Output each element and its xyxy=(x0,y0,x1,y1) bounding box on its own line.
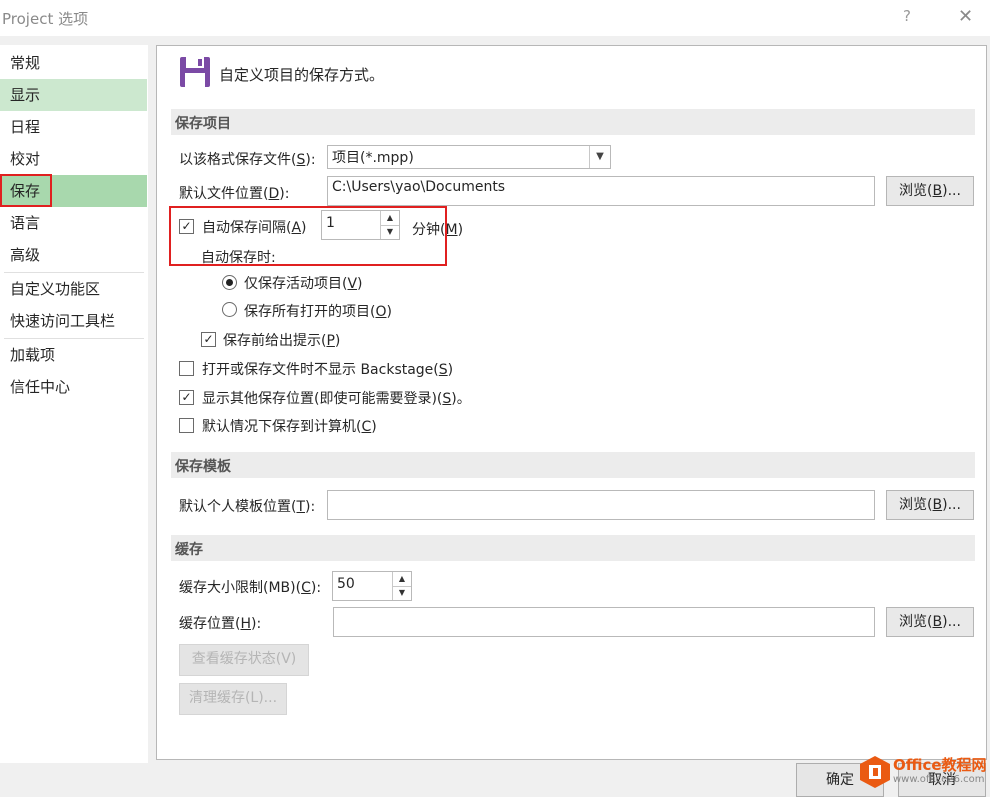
clear-cache-button[interactable]: 清理缓存(L)... xyxy=(179,683,287,715)
autosave-checkbox[interactable]: ✓ xyxy=(179,219,194,234)
section-header-save-templates: 保存模板 xyxy=(171,452,975,478)
browse-default-location-button[interactable]: 浏览(B)... xyxy=(886,176,974,206)
sidebar: 常规 显示 日程 校对 保存 语言 高级 自定义功能区 快速访问工具栏 加载项 … xyxy=(0,45,148,763)
autosave-when-label: 自动保存时: xyxy=(201,247,276,267)
spin-down-icon[interactable]: ▼ xyxy=(380,225,399,239)
browse-template-location-button[interactable]: 浏览(B)... xyxy=(886,490,974,520)
watermark-url: www.office26.com xyxy=(893,774,985,785)
spin-down-icon[interactable]: ▼ xyxy=(392,586,411,600)
sidebar-item-general[interactable]: 常规 xyxy=(0,47,147,79)
section-title: 保存项目 xyxy=(175,113,231,133)
chevron-down-icon[interactable]: ▼ xyxy=(589,146,610,168)
template-location-input[interactable] xyxy=(327,490,875,520)
default-location-label: 默认文件位置(D): xyxy=(179,183,289,203)
prompt-before-save-label: 保存前给出提示(P) xyxy=(223,330,340,350)
radio-save-all-projects[interactable] xyxy=(222,302,237,317)
page-heading: 自定义项目的保存方式。 xyxy=(219,64,384,85)
spin-up-icon[interactable]: ▲ xyxy=(380,211,399,226)
autosave-interval-stepper[interactable]: 1 ▲ ▼ xyxy=(321,210,400,240)
cache-size-value: 50 xyxy=(337,576,355,592)
sidebar-item-trust-center[interactable]: 信任中心 xyxy=(0,371,147,403)
sidebar-item-display[interactable]: 显示 xyxy=(0,79,147,111)
sidebar-item-language[interactable]: 语言 xyxy=(0,207,147,239)
template-location-label: 默认个人模板位置(T): xyxy=(179,496,315,516)
sidebar-item-schedule[interactable]: 日程 xyxy=(0,111,147,143)
file-format-select[interactable]: 项目(*.mpp) ▼ xyxy=(327,145,611,169)
section-header-cache: 缓存 xyxy=(171,535,975,561)
close-button[interactable]: ✕ xyxy=(958,6,973,27)
sidebar-item-quick-access[interactable]: 快速访问工具栏 xyxy=(0,305,147,337)
section-title: 保存模板 xyxy=(175,456,231,476)
sidebar-item-proofing[interactable]: 校对 xyxy=(0,143,147,175)
hide-backstage-checkbox[interactable] xyxy=(179,361,194,376)
section-header-save-project: 保存项目 xyxy=(171,109,975,135)
watermark: Office教程网 www.office26.com xyxy=(858,752,990,793)
autosave-label: 自动保存间隔(A) xyxy=(202,217,307,237)
radio-save-active-label: 仅保存活动项目(V) xyxy=(244,273,363,293)
floppy-disk-icon xyxy=(179,56,211,88)
view-cache-status-button[interactable]: 查看缓存状态(V) xyxy=(179,644,309,676)
cache-size-stepper[interactable]: 50 ▲ ▼ xyxy=(332,571,412,601)
cache-location-label: 缓存位置(H): xyxy=(179,613,261,633)
window-title: Project 选项 xyxy=(2,8,88,29)
hide-backstage-label: 打开或保存文件时不显示 Backstage(S) xyxy=(202,359,453,379)
office-logo-icon xyxy=(860,756,890,788)
options-panel: 自定义项目的保存方式。 保存项目 以该格式保存文件(S): 项目(*.mpp) … xyxy=(156,45,987,760)
format-label: 以该格式保存文件(S): xyxy=(179,149,316,169)
save-to-computer-label: 默认情况下保存到计算机(C) xyxy=(202,416,377,436)
spin-up-icon[interactable]: ▲ xyxy=(392,572,411,587)
sidebar-item-save[interactable]: 保存 xyxy=(0,175,147,207)
section-title: 缓存 xyxy=(175,539,203,559)
browse-cache-location-button[interactable]: 浏览(B)... xyxy=(886,607,974,637)
sidebar-item-advanced[interactable]: 高级 xyxy=(0,239,147,271)
cache-location-input[interactable] xyxy=(333,607,875,637)
sidebar-item-addins[interactable]: 加载项 xyxy=(0,339,147,371)
radio-save-all-label: 保存所有打开的项目(O) xyxy=(244,301,392,321)
default-location-input[interactable]: C:\Users\yao\Documents xyxy=(327,176,875,206)
save-to-computer-checkbox[interactable] xyxy=(179,418,194,433)
cache-size-label: 缓存大小限制(MB)(C): xyxy=(179,577,321,597)
file-format-value: 项目(*.mpp) xyxy=(332,150,414,166)
watermark-brand: Office教程网 xyxy=(893,754,987,775)
show-other-locations-checkbox[interactable]: ✓ xyxy=(179,390,194,405)
autosave-interval-value: 1 xyxy=(326,215,335,231)
radio-save-active-project[interactable] xyxy=(222,275,237,290)
help-button[interactable]: ? xyxy=(903,7,911,25)
title-bar: Project 选项 ? ✕ xyxy=(0,0,990,36)
show-other-locations-label: 显示其他保存位置(即使可能需要登录)(S)。 xyxy=(202,388,471,408)
prompt-before-save-checkbox[interactable]: ✓ xyxy=(201,332,216,347)
minutes-label: 分钟(M) xyxy=(412,219,463,239)
sidebar-item-customize-ribbon[interactable]: 自定义功能区 xyxy=(0,273,147,305)
